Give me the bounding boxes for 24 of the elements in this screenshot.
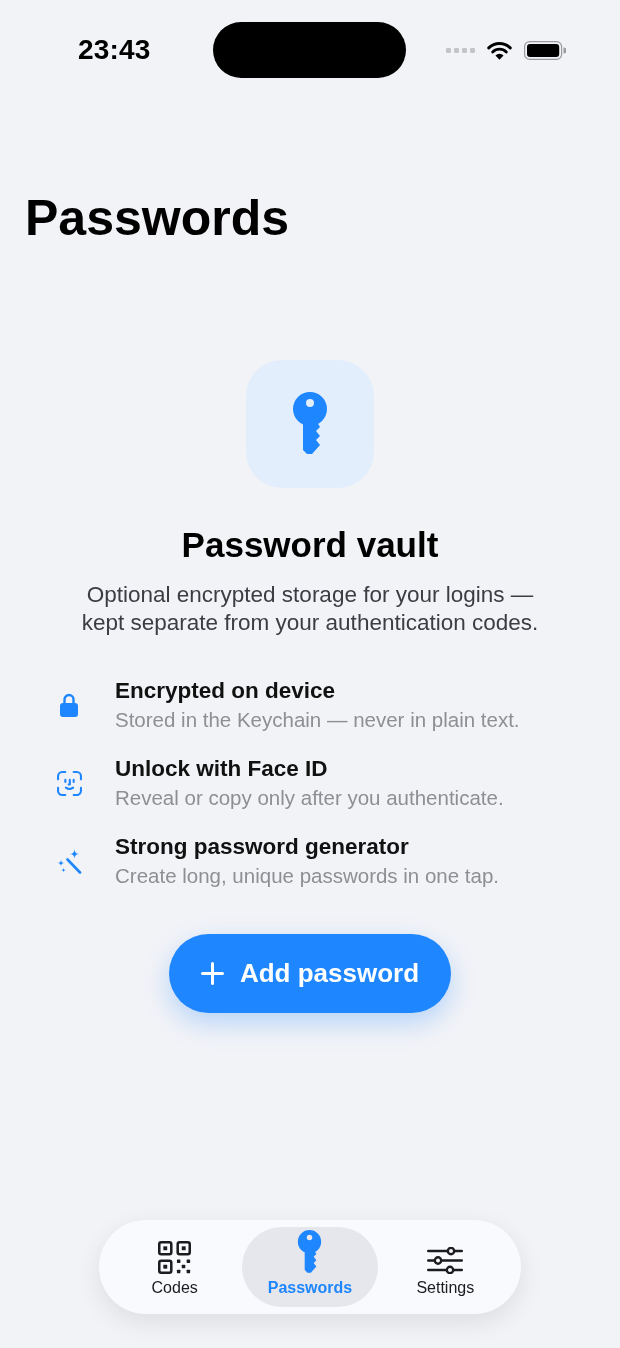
magic-wand-icon (56, 848, 82, 874)
key-icon (246, 360, 374, 488)
feature-description: Reveal or copy only after you authenticate. (115, 785, 504, 811)
tab[interactable]: Codes (107, 1227, 243, 1307)
tab[interactable]: Settings (377, 1227, 513, 1307)
page-title: Passwords (25, 189, 289, 248)
sliders-icon (427, 1247, 464, 1274)
signal-icon (446, 47, 475, 53)
lock-icon (60, 693, 78, 717)
qr-code-icon (158, 1241, 192, 1274)
feature-description: Stored in the Keychain — never in plain text. (115, 707, 520, 733)
empty-state-description: Optional encrypted storage for your logins — kept separate from your authentication codes. (80, 581, 540, 637)
battery-icon (524, 40, 566, 60)
empty-state-title: Password vault (181, 524, 439, 566)
wifi-icon (487, 40, 512, 60)
face-scan-icon (56, 770, 82, 796)
feature-description: Create long, unique passwords in one tap. (115, 863, 500, 889)
feature-title: Encrypted on device (115, 677, 336, 705)
plus-icon (200, 962, 224, 985)
status-time: 23:43 (78, 34, 151, 66)
feature-title: Strong password generator (115, 833, 409, 861)
feature-title: Unlock with Face ID (115, 755, 328, 783)
add-password-button[interactable]: Add password (169, 934, 451, 1013)
key-icon (297, 1230, 323, 1274)
